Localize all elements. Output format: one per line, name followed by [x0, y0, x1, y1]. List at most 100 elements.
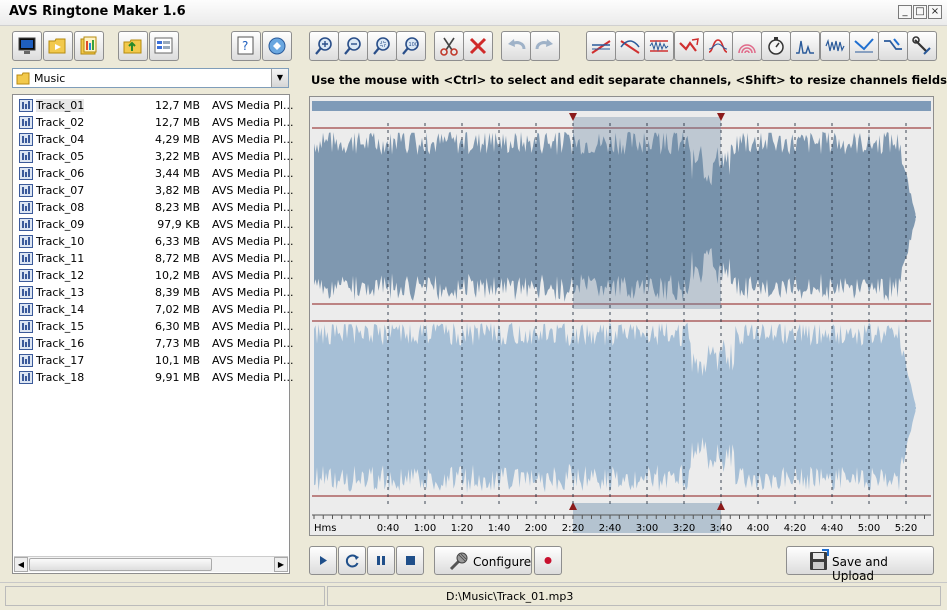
- scrollbar-thumb[interactable]: [29, 558, 212, 571]
- maximize-button[interactable]: □: [913, 5, 927, 19]
- file-author: AVS Media Pl...: [212, 201, 294, 214]
- overview-scrollbar[interactable]: [312, 101, 931, 111]
- about-button[interactable]: [262, 31, 292, 61]
- file-name: Track_13: [36, 286, 85, 299]
- fade-out-button[interactable]: [615, 31, 646, 61]
- zoom-fit-button[interactable]: 100: [396, 31, 426, 61]
- file-list-row[interactable]: Track_12 10,2 MB AVS Media Pl...: [17, 267, 294, 284]
- file-list-row[interactable]: Track_15 6,30 MB AVS Media Pl...: [17, 318, 294, 335]
- undo-icon: [508, 39, 526, 50]
- file-list-row[interactable]: Track_14 7,02 MB AVS Media Pl...: [17, 301, 294, 318]
- file-author: AVS Media Pl...: [212, 167, 294, 180]
- save-icon: [810, 549, 829, 570]
- tools-button[interactable]: [907, 31, 938, 61]
- file-name: Track_17: [36, 354, 85, 367]
- file-list-row[interactable]: Track_17 10,1 MB AVS Media Pl...: [17, 352, 294, 369]
- file-name: Track_12: [36, 269, 85, 282]
- title-bar: AVS Ringtone Maker 1.6 _ □ ×: [0, 0, 947, 26]
- configure-button[interactable]: Configure: [434, 546, 532, 575]
- echo-button[interactable]: [732, 31, 762, 61]
- zoom-selection-icon: [373, 37, 390, 55]
- help-icon: ?: [237, 36, 254, 55]
- file-size: 8,39 MB: [154, 286, 200, 299]
- instruction-hint: Use the mouse with <Ctrl> to select and …: [311, 73, 947, 87]
- zoom-out-button[interactable]: [338, 31, 368, 61]
- minimize-button[interactable]: _: [898, 5, 912, 19]
- file-name: Track_15: [36, 320, 85, 333]
- folder-dropdown[interactable]: Music ▼: [12, 68, 289, 88]
- file-list-row[interactable]: Track_08 8,23 MB AVS Media Pl...: [17, 199, 294, 216]
- chevron-down-icon[interactable]: ▼: [271, 69, 288, 87]
- file-list-row[interactable]: Track_06 3,44 MB AVS Media Pl...: [17, 165, 294, 182]
- amplify-button[interactable]: [702, 31, 733, 61]
- file-name: Track_16: [36, 337, 85, 350]
- stop-button[interactable]: [396, 546, 424, 575]
- compressor-button[interactable]: [878, 31, 908, 61]
- cut-button[interactable]: [434, 31, 464, 61]
- file-author: AVS Media Pl...: [212, 184, 294, 197]
- file-size: 7,73 MB: [154, 337, 200, 350]
- file-list-row[interactable]: Track_02 12,7 MB AVS Media Pl...: [17, 114, 294, 131]
- redo-button[interactable]: [530, 31, 560, 61]
- file-author: AVS Media Pl...: [212, 337, 294, 350]
- audio-file-icon: [19, 286, 33, 299]
- close-button[interactable]: ×: [928, 5, 942, 19]
- play-icon: [320, 556, 327, 565]
- audio-file-icon: [19, 337, 33, 350]
- file-size: 7,02 MB: [154, 303, 200, 316]
- file-author: AVS Media Pl...: [212, 354, 294, 367]
- audio-file-icon: [19, 99, 33, 112]
- zoom-selection-button[interactable]: [367, 31, 397, 61]
- pitch-button[interactable]: [848, 31, 879, 61]
- audio-file-icon: [19, 235, 33, 248]
- fade-in-button[interactable]: [586, 31, 616, 61]
- waveform-canvas[interactable]: Hms 0:40 1:00 1:20 1:40 2:00 2:20 2:40 3:00 3:20 3…: [310, 97, 933, 535]
- scroll-right-icon[interactable]: ▶: [274, 557, 288, 572]
- timeline-tick-label: 4:00: [747, 523, 769, 534]
- audio-file-icon: [19, 218, 33, 231]
- file-list-row[interactable]: Track_11 8,72 MB AVS Media Pl...: [17, 250, 294, 267]
- file-size: 3,22 MB: [154, 150, 200, 163]
- scroll-left-icon[interactable]: ◀: [14, 557, 28, 572]
- normalize-button[interactable]: [644, 31, 675, 61]
- tempo-button[interactable]: [761, 31, 792, 61]
- my-computer-button[interactable]: [12, 31, 42, 61]
- my-computer-icon: [18, 37, 36, 54]
- reverse-button[interactable]: [673, 31, 704, 61]
- waveform-editor[interactable]: Hms 0:40 1:00 1:20 1:40 2:00 2:20 2:40 3:00 3:20 3…: [309, 96, 934, 536]
- record-button[interactable]: [534, 546, 562, 575]
- folder-up-button[interactable]: [118, 31, 148, 61]
- equalizer-icon: [796, 40, 815, 54]
- file-list-row[interactable]: Track_07 3,82 MB AVS Media Pl...: [17, 182, 294, 199]
- folder-icon: [16, 72, 30, 85]
- file-list-row[interactable]: Track_16 7,73 MB AVS Media Pl...: [17, 335, 294, 352]
- open-files-button[interactable]: [74, 31, 104, 61]
- file-list-row[interactable]: Track_04 4,29 MB AVS Media Pl...: [17, 131, 294, 148]
- file-size: 6,30 MB: [154, 320, 200, 333]
- play-button[interactable]: [309, 546, 337, 575]
- file-list-row[interactable]: Track_18 9,91 MB AVS Media Pl...: [17, 369, 294, 386]
- save-and-upload-button[interactable]: Save and Upload: [786, 546, 934, 583]
- equalizer-button[interactable]: [790, 31, 821, 61]
- zoom-in-button[interactable]: [309, 31, 339, 61]
- record-icon: [544, 557, 552, 564]
- delete-button[interactable]: [463, 31, 493, 61]
- file-list-row[interactable]: Track_13 8,39 MB AVS Media Pl...: [17, 284, 294, 301]
- pause-button[interactable]: [367, 546, 395, 575]
- add-folder-button[interactable]: [43, 31, 73, 61]
- help-button[interactable]: ?: [231, 31, 261, 61]
- horizontal-scrollbar[interactable]: ◀ ▶: [14, 556, 288, 572]
- file-list-row[interactable]: Track_05 3,22 MB AVS Media Pl...: [17, 148, 294, 165]
- amplify-icon: [708, 39, 728, 53]
- loop-button[interactable]: [338, 546, 366, 575]
- file-list: Track_01 12,7 MB AVS Media Pl... Track_02 12…: [12, 94, 294, 574]
- fade-in-icon: [591, 40, 611, 54]
- file-list-row[interactable]: Track_01 12,7 MB AVS Media Pl...: [17, 97, 294, 114]
- undo-button[interactable]: [501, 31, 531, 61]
- file-list-row[interactable]: Track_10 6,33 MB AVS Media Pl...: [17, 233, 294, 250]
- view-mode-button[interactable]: [149, 31, 179, 61]
- reverse-icon: [678, 38, 699, 52]
- file-list-row[interactable]: Track_09 97,9 KB AVS Media Pl...: [17, 216, 294, 233]
- chorus-button[interactable]: [819, 31, 850, 61]
- file-author: AVS Media Pl...: [212, 269, 294, 282]
